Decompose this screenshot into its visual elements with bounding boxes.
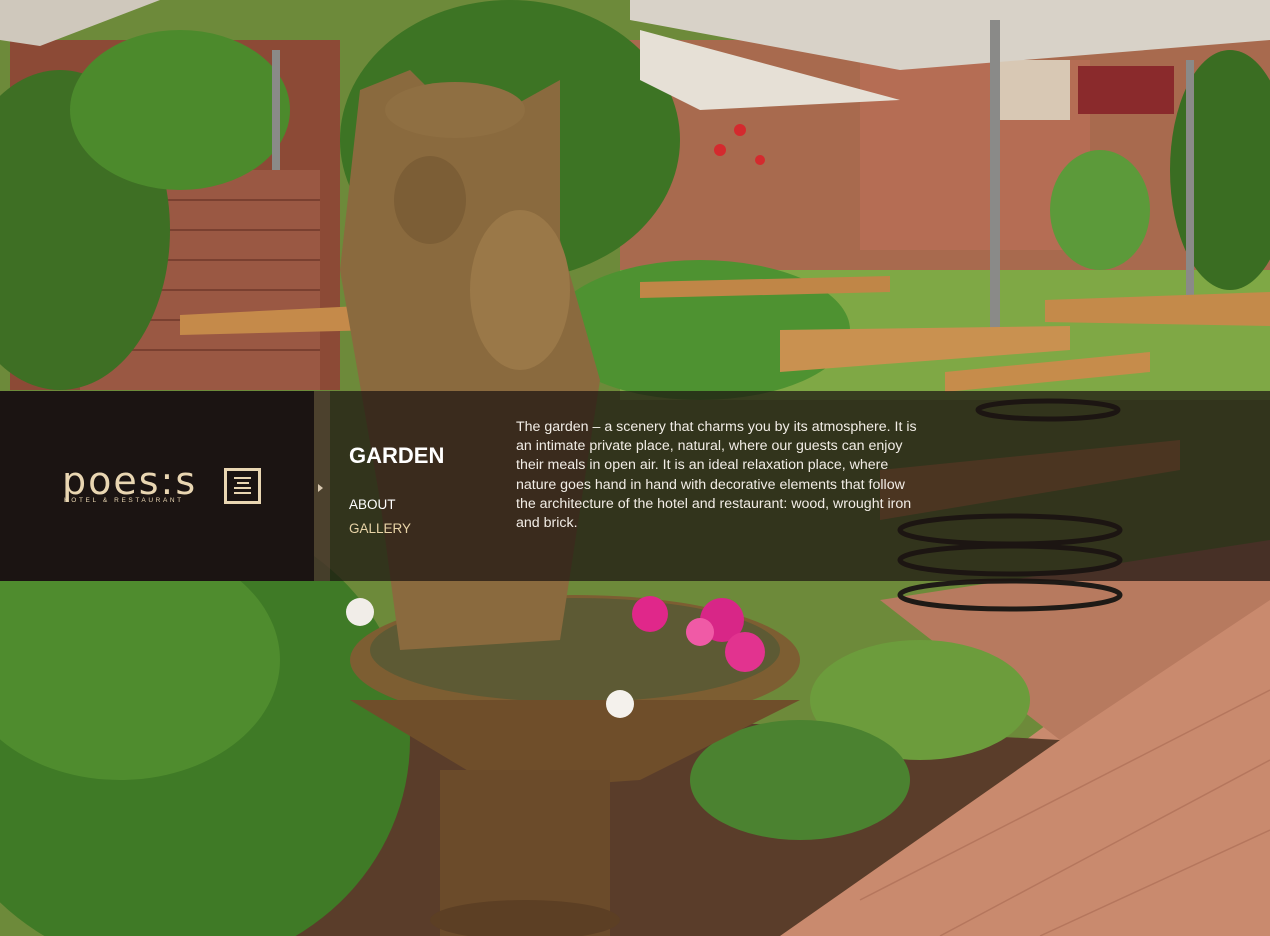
sub-navigation: ABOUT GALLERY <box>349 493 411 541</box>
logo-subtitle: HOTEL & RESTAURANT <box>64 497 184 504</box>
brand-panel: poes:s HOTEL & RESTAURANT <box>0 391 314 581</box>
page-title: GARDEN <box>349 443 445 468</box>
logo-wordmark: poes:s <box>62 459 198 503</box>
description-text: The garden – a scenery that charms you b… <box>516 419 917 532</box>
arrow-right-icon <box>318 484 323 492</box>
info-band: poes:s HOTEL & RESTAURANT GARDEN ABOUT G… <box>0 391 1270 581</box>
nav-link-gallery[interactable]: GALLERY <box>349 517 411 541</box>
nav-link-about[interactable]: ABOUT <box>349 493 411 517</box>
menu-book-icon <box>224 468 261 504</box>
